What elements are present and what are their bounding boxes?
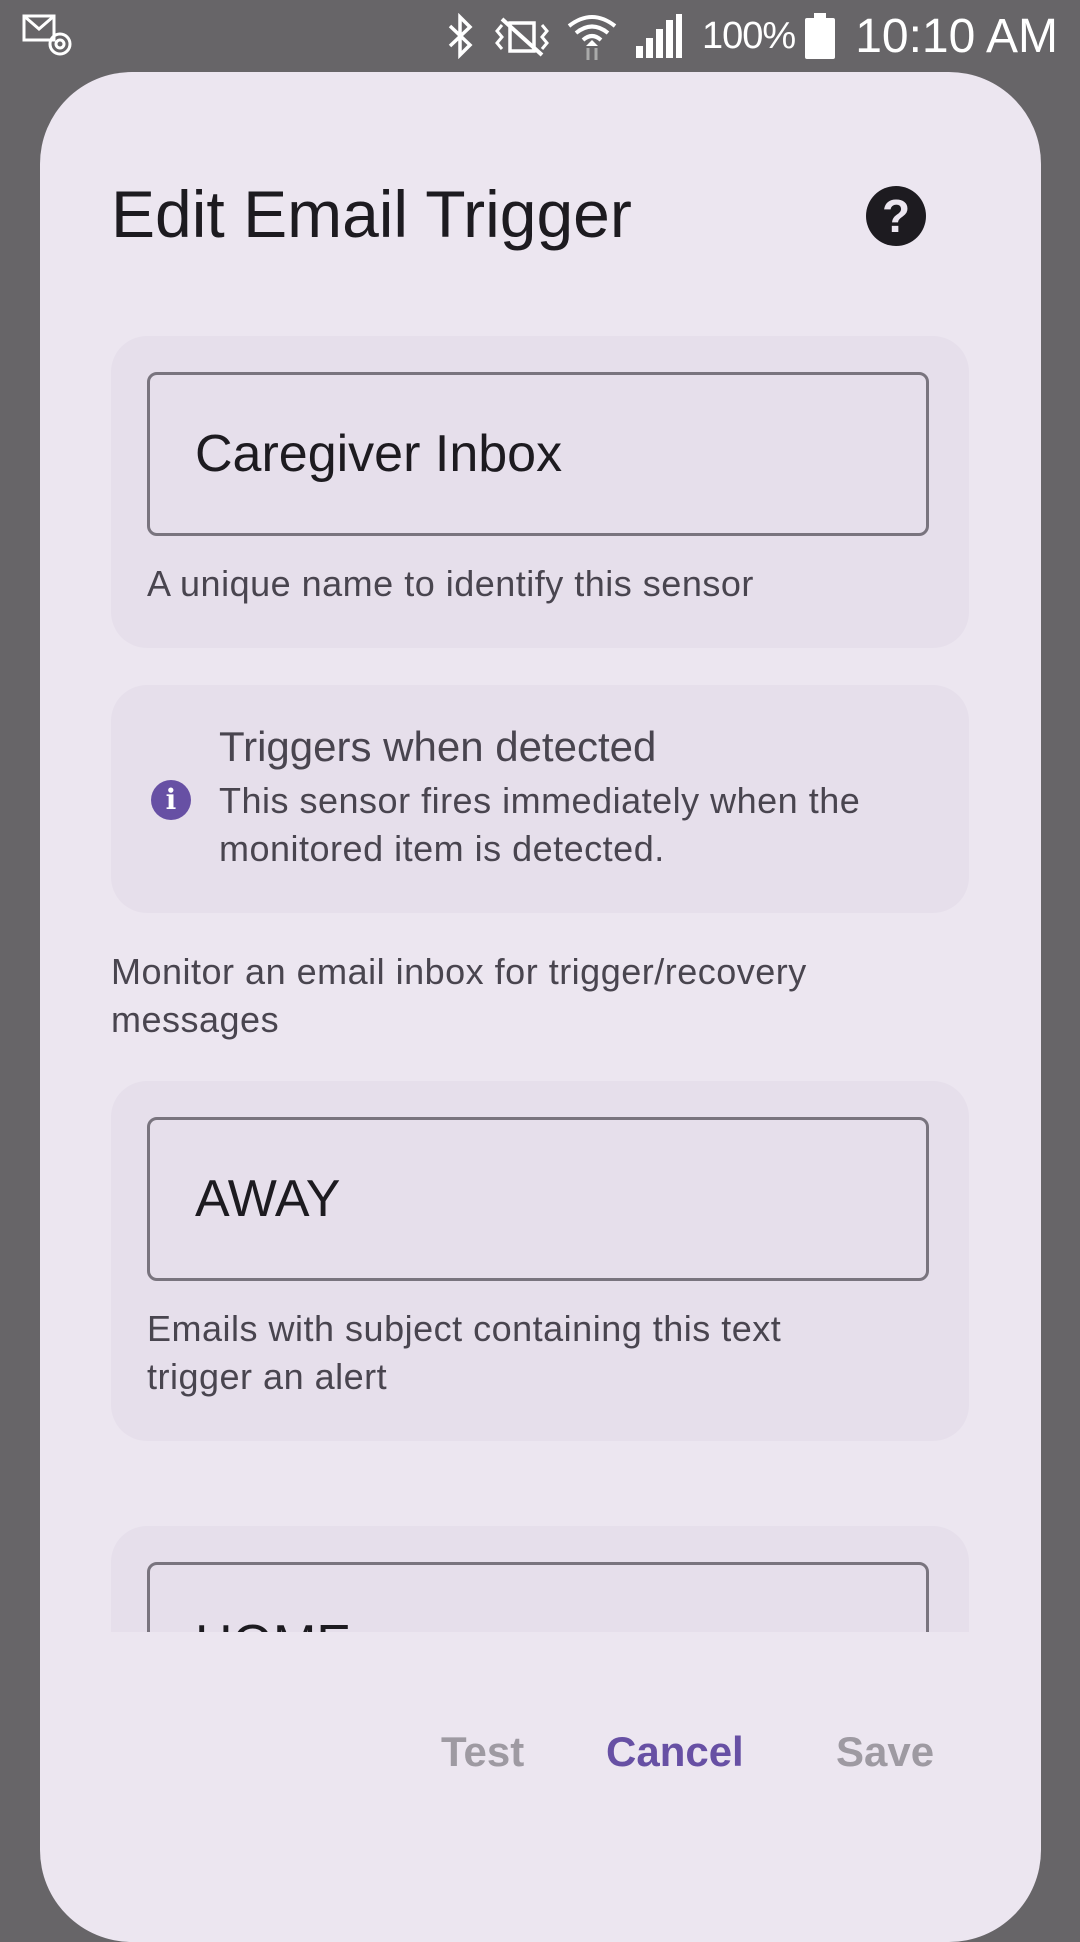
help-icon[interactable]: ?	[866, 186, 926, 246]
dialog-title: Edit Email Trigger	[111, 177, 632, 251]
recovery-subject-field[interactable]: HOME	[147, 1562, 929, 1632]
info-title: Triggers when detected	[219, 723, 657, 770]
wifi-icon	[567, 15, 617, 60]
trigger-subject-helper: Emails with subject containing this text…	[147, 1308, 782, 1397]
status-icons: 100% 10:10 AM	[444, 0, 1058, 72]
battery-icon	[805, 13, 836, 59]
sensor-name-value: Caregiver Inbox	[195, 425, 563, 483]
recovery-subject-value: HOME	[195, 1565, 351, 1632]
email-notification-icon	[22, 14, 72, 56]
dialog-actions: Test Cancel Save	[40, 1712, 1041, 1792]
save-button[interactable]: Save	[836, 1712, 934, 1792]
test-button[interactable]: Test	[441, 1712, 524, 1792]
trigger-subject-card: AWAY Emails with subject containing this…	[111, 1081, 969, 1441]
name-field-card: Caregiver Inbox A unique name to identif…	[111, 336, 969, 648]
edit-trigger-dialog: Edit Email Trigger ? Caregiver Inbox A u…	[40, 72, 1041, 1942]
trigger-info-card: i Triggers when detected This sensor fir…	[111, 685, 969, 913]
bluetooth-icon	[448, 13, 473, 59]
dialog-scroll-area[interactable]: Edit Email Trigger ? Caregiver Inbox A u…	[40, 72, 1041, 1632]
trigger-subject-field[interactable]: AWAY	[147, 1117, 929, 1281]
status-bar: 100% 10:10 AM	[0, 0, 1080, 72]
sensor-name-helper: A unique name to identify this sensor	[147, 563, 754, 604]
battery-percent: 100%	[701, 14, 796, 57]
info-body: This sensor fires immediately when the m…	[219, 780, 861, 869]
mute-vibrate-icon	[495, 17, 549, 57]
clock: 10:10 AM	[855, 9, 1058, 63]
signal-icon	[635, 14, 682, 58]
cancel-button[interactable]: Cancel	[606, 1712, 744, 1792]
recovery-subject-card: HOME	[111, 1526, 969, 1632]
trigger-subject-value: AWAY	[195, 1170, 341, 1228]
info-icon: i	[151, 780, 191, 820]
section-description: Monitor an email inbox for trigger/recov…	[111, 951, 807, 1040]
sensor-name-field[interactable]: Caregiver Inbox	[147, 372, 929, 536]
